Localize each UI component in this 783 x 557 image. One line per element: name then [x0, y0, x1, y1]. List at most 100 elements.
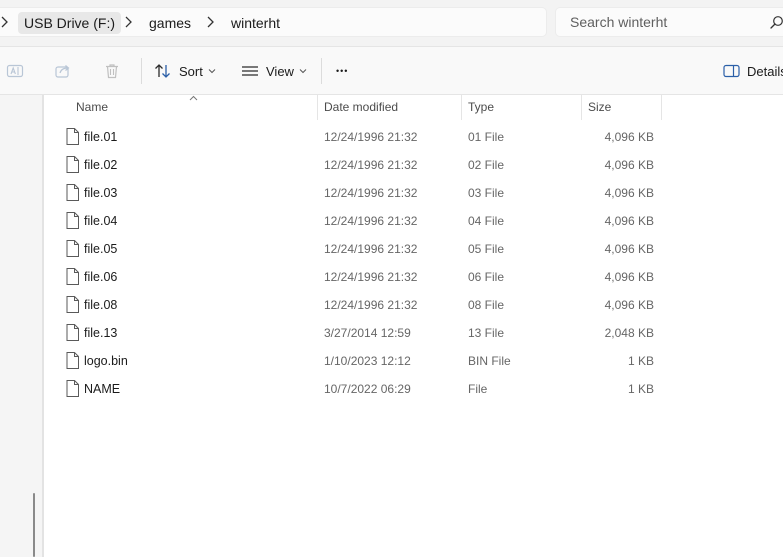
- breadcrumb-item-usb-drive[interactable]: USB Drive (F:): [18, 12, 121, 34]
- file-size: 4,096 KB: [604, 298, 654, 312]
- file-size: 4,096 KB: [604, 186, 654, 200]
- chevron-right-icon[interactable]: [0, 16, 10, 28]
- share-icon: [55, 65, 70, 78]
- rename-button[interactable]: [6, 56, 24, 86]
- file-size: 2,048 KB: [604, 326, 654, 340]
- file-date-modified: 10/7/2022 06:29: [324, 382, 411, 396]
- chevron-down-icon: [299, 69, 307, 74]
- file-type: 01 File: [468, 130, 505, 144]
- sort-label: Sort: [179, 63, 203, 79]
- file-type: 13 File: [468, 326, 505, 340]
- file-size: 1 KB: [627, 382, 654, 396]
- address-bar-row: USB Drive (F:) games winterht: [0, 0, 783, 47]
- sort-icon: [155, 64, 170, 78]
- column-separator[interactable]: [661, 95, 662, 120]
- command-bar: Sort View ••• Details: [0, 47, 783, 95]
- file-date-modified: 12/24/1996 21:32: [324, 298, 418, 312]
- file-row[interactable]: NAME 10/7/2022 06:29 File 1 KB: [44, 375, 783, 403]
- file-size: 4,096 KB: [604, 130, 654, 144]
- file-type: 08 File: [468, 298, 505, 312]
- breadcrumb-item-games[interactable]: games: [143, 12, 197, 34]
- file-row[interactable]: file.05 12/24/1996 21:32 05 File 4,096 KB: [44, 235, 783, 263]
- file-date-modified: 1/10/2023 12:12: [324, 354, 411, 368]
- file-icon: [66, 296, 79, 313]
- file-date-modified: 12/24/1996 21:32: [324, 130, 418, 144]
- file-name: file.01: [84, 130, 118, 144]
- file-list[interactable]: Name Date modified Type Size file.01 12/2…: [44, 95, 783, 557]
- file-row[interactable]: file.02 12/24/1996 21:32 02 File 4,096 KB: [44, 151, 783, 179]
- file-type: 02 File: [468, 158, 505, 172]
- file-type: 06 File: [468, 270, 505, 284]
- column-header-type[interactable]: Type: [461, 95, 581, 120]
- file-icon: [66, 128, 79, 145]
- chevron-down-icon: [208, 69, 216, 74]
- file-type: 04 File: [468, 214, 505, 228]
- file-icon: [66, 352, 79, 369]
- file-type: 03 File: [468, 186, 505, 200]
- details-button[interactable]: Details: [723, 56, 783, 86]
- file-size: 1 KB: [627, 354, 654, 368]
- file-row[interactable]: file.06 12/24/1996 21:32 06 File 4,096 KB: [44, 263, 783, 291]
- column-header-date-modified[interactable]: Date modified: [317, 95, 461, 120]
- command-separator: [141, 58, 142, 84]
- navigation-pane[interactable]: [0, 95, 42, 557]
- file-icon: [66, 212, 79, 229]
- file-row[interactable]: file.03 12/24/1996 21:32 03 File 4,096 KB: [44, 179, 783, 207]
- file-icon: [66, 184, 79, 201]
- view-button[interactable]: View: [241, 56, 307, 86]
- delete-button[interactable]: [103, 56, 121, 86]
- chevron-right-icon[interactable]: [206, 16, 216, 28]
- file-row[interactable]: file.13 3/27/2014 12:59 13 File 2,048 KB: [44, 319, 783, 347]
- details-label: Details: [747, 63, 783, 79]
- file-name: file.06: [84, 270, 118, 284]
- file-date-modified: 12/24/1996 21:32: [324, 270, 418, 284]
- more-options-button[interactable]: •••: [336, 56, 348, 86]
- file-name: logo.bin: [84, 354, 128, 368]
- file-size: 4,096 KB: [604, 270, 654, 284]
- navigation-scrollbar[interactable]: [33, 493, 35, 557]
- file-icon: [66, 268, 79, 285]
- file-row[interactable]: file.04 12/24/1996 21:32 04 File 4,096 KB: [44, 207, 783, 235]
- file-name: file.13: [84, 326, 118, 340]
- trash-icon: [106, 64, 118, 79]
- file-icon: [66, 380, 79, 397]
- view-list-icon: [242, 66, 258, 76]
- file-date-modified: 12/24/1996 21:32: [324, 158, 418, 172]
- search-input[interactable]: [564, 8, 776, 36]
- file-name: file.02: [84, 158, 118, 172]
- file-type: File: [468, 382, 488, 396]
- details-pane-icon: [723, 64, 740, 78]
- command-separator: [321, 58, 322, 84]
- sort-button[interactable]: Sort: [154, 56, 216, 86]
- file-date-modified: 3/27/2014 12:59: [324, 326, 411, 340]
- column-header-size[interactable]: Size: [581, 95, 661, 120]
- breadcrumb[interactable]: USB Drive (F:) games winterht: [0, 7, 547, 37]
- column-header-name[interactable]: Name: [69, 95, 317, 120]
- file-size: 4,096 KB: [604, 158, 654, 172]
- breadcrumb-item-winterht[interactable]: winterht: [225, 12, 286, 34]
- file-date-modified: 12/24/1996 21:32: [324, 242, 418, 256]
- file-name: file.05: [84, 242, 118, 256]
- search-icon[interactable]: [770, 15, 783, 29]
- file-name: file.08: [84, 298, 118, 312]
- file-row[interactable]: file.01 12/24/1996 21:32 01 File 4,096 KB: [44, 123, 783, 151]
- file-size: 4,096 KB: [604, 214, 654, 228]
- share-button[interactable]: [54, 56, 72, 86]
- file-icon: [66, 324, 79, 341]
- file-row[interactable]: file.08 12/24/1996 21:32 08 File 4,096 KB: [44, 291, 783, 319]
- file-date-modified: 12/24/1996 21:32: [324, 186, 418, 200]
- file-icon: [66, 240, 79, 257]
- file-icon: [66, 156, 79, 173]
- search-box[interactable]: [555, 7, 783, 37]
- file-name: NAME: [84, 382, 121, 396]
- file-row[interactable]: logo.bin 1/10/2023 12:12 BIN File 1 KB: [44, 347, 783, 375]
- chevron-right-icon[interactable]: [124, 16, 134, 28]
- file-size: 4,096 KB: [604, 242, 654, 256]
- more-dots-icon: •••: [336, 66, 349, 76]
- file-explorer-window: USB Drive (F:) games winterht Search win…: [0, 0, 783, 557]
- file-type: BIN File: [468, 354, 511, 368]
- view-label: View: [266, 63, 294, 79]
- file-name: file.04: [84, 214, 118, 228]
- file-date-modified: 12/24/1996 21:32: [324, 214, 418, 228]
- file-name: file.03: [84, 186, 118, 200]
